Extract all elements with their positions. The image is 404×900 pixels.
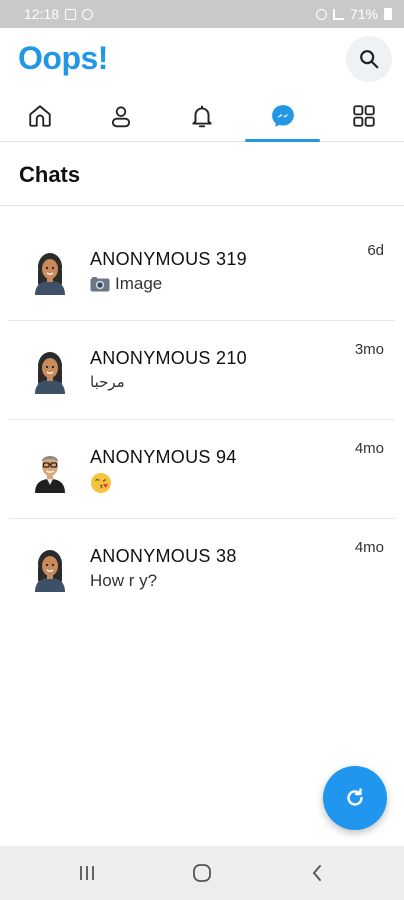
chats-header: Chats [0,142,404,206]
app-header: Oops! [0,28,404,90]
messenger-icon [271,105,294,127]
chat-list-item[interactable]: ANONYMOUS 38 How r y? 4mo [9,519,395,618]
avatar [35,253,65,295]
chat-list-item[interactable]: ANONYMOUS 94 😘 4mo [9,420,395,519]
chat-time: 6d [367,242,384,259]
refresh-button[interactable] [323,766,387,830]
kiss-emoji-icon [91,473,111,493]
chat-preview-text: Image [115,274,163,293]
chat-name: ANONYMOUS 94 [90,447,237,467]
chat-list: ANONYMOUS 319 Image 6d ANONYMOUS 210 مرح… [0,222,404,618]
refresh-icon [347,788,363,806]
grid-icon [352,105,375,127]
tab-profile[interactable] [81,90,162,142]
profile-icon [112,106,131,128]
chat-name: ANONYMOUS 319 [90,249,247,269]
signal-icon [332,8,344,20]
home-circle-icon [193,864,211,882]
avatar [35,456,65,493]
back-button[interactable] [287,853,347,893]
recent-apps-icon [80,866,95,880]
chat-list-item[interactable]: ANONYMOUS 319 Image 6d [9,222,395,321]
chat-preview: 😘 [90,472,112,494]
status-bar: 12:18 71% [0,0,404,28]
alarm-icon [315,8,327,20]
app-title: Oops! [18,40,108,76]
tab-notifications[interactable] [162,90,243,142]
chat-time: 4mo [354,440,384,457]
avatar [35,352,65,394]
home-icon [29,105,52,127]
battery-icon [384,8,392,20]
camera-icon [90,277,110,292]
search-icon [360,50,379,69]
bell-icon [192,105,212,128]
search-button[interactable] [346,36,392,82]
tab-bar [0,90,404,142]
home-button[interactable] [172,853,232,893]
chat-time: 3mo [354,341,384,358]
chat-preview: مرحبا [90,373,125,391]
chat-preview-text: مرحبا [90,373,125,391]
chat-list-item[interactable]: ANONYMOUS 210 مرحبا 3mo [9,321,395,420]
chat-preview: Image [90,274,162,294]
tab-home[interactable] [0,90,81,142]
recent-apps-button[interactable] [57,853,117,893]
chat-name: ANONYMOUS 210 [90,348,247,368]
avatar [35,550,65,592]
chat-name: ANONYMOUS 38 [90,546,237,566]
chat-preview: How r y? [90,571,157,591]
status-time: 12:18 [24,6,60,22]
gallery-icon [65,8,77,20]
page-title: Chats [19,162,81,187]
back-chevron-icon [312,865,321,881]
chat-time: 4mo [354,539,384,556]
tab-menu[interactable] [323,90,404,142]
battery-percent: 71% [349,6,378,22]
chat-preview-text: How r y? [90,571,158,590]
system-nav-bar [0,846,404,900]
tab-messages[interactable] [242,90,323,142]
messenger-notification-icon [82,8,94,20]
